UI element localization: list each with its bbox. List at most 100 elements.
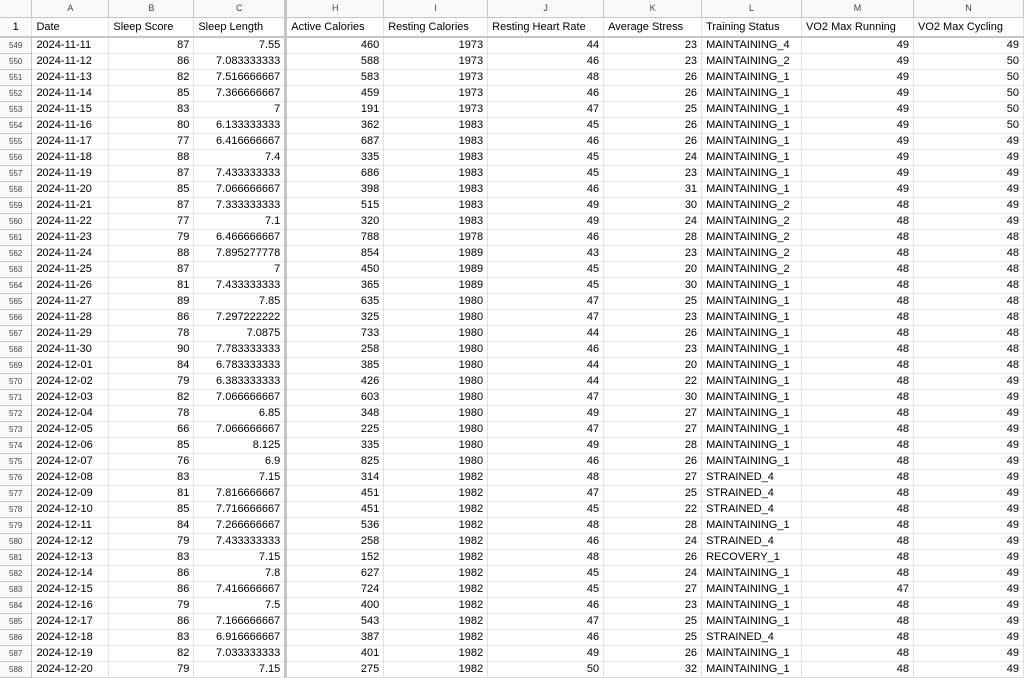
cell-vo2-max-cycling[interactable]: 49 xyxy=(913,37,1024,54)
cell-sleep-length[interactable]: 7.366666667 xyxy=(193,85,288,102)
cell-sleep-score[interactable]: 88 xyxy=(108,245,195,262)
cell-vo2-max-cycling[interactable]: 48 xyxy=(913,229,1024,246)
cell-average-stress[interactable]: 22 xyxy=(603,501,703,518)
cell-average-stress[interactable]: 24 xyxy=(603,565,703,582)
cell-average-stress[interactable]: 20 xyxy=(603,357,703,374)
cell-sleep-length[interactable]: 7.0875 xyxy=(193,325,288,342)
cell-vo2-max-running[interactable]: 48 xyxy=(801,405,914,422)
row-number[interactable]: 561 xyxy=(0,229,33,246)
cell-vo2-max-running[interactable]: 48 xyxy=(801,549,914,566)
cell-sleep-length[interactable]: 7.433333333 xyxy=(193,533,288,550)
cell-sleep-length[interactable]: 7.55 xyxy=(193,37,288,54)
row-number[interactable]: 567 xyxy=(0,325,33,342)
cell-resting-calories[interactable]: 1973 xyxy=(383,101,489,118)
cell-active-calories[interactable]: 536 xyxy=(285,517,385,534)
cell-sleep-score[interactable]: 82 xyxy=(108,69,195,86)
row-number[interactable]: 587 xyxy=(0,645,33,662)
cell-resting-calories[interactable]: 1973 xyxy=(383,37,489,54)
cell-training-status[interactable]: MAINTAINING_1 xyxy=(701,597,803,614)
cell-vo2-max-running[interactable]: 48 xyxy=(801,229,914,246)
cell-sleep-length[interactable]: 7.297222222 xyxy=(193,309,288,326)
cell-sleep-score[interactable]: 86 xyxy=(108,53,195,70)
row-number[interactable]: 568 xyxy=(0,341,33,358)
cell-resting-calories[interactable]: 1989 xyxy=(383,245,489,262)
cell-average-stress[interactable]: 26 xyxy=(603,645,703,662)
cell-active-calories[interactable]: 450 xyxy=(285,261,385,278)
column-header-l[interactable]: L xyxy=(701,0,803,18)
cell-sleep-score[interactable]: 86 xyxy=(108,309,195,326)
cell-vo2-max-cycling[interactable]: 49 xyxy=(913,597,1024,614)
cell-vo2-max-cycling[interactable]: 49 xyxy=(913,549,1024,566)
cell-vo2-max-cycling[interactable]: 48 xyxy=(913,261,1024,278)
cell-training-status[interactable]: MAINTAINING_1 xyxy=(701,165,803,182)
cell-sleep-score[interactable]: 83 xyxy=(108,469,195,486)
cell-resting-heart-rate[interactable]: 49 xyxy=(487,645,605,662)
cell-average-stress[interactable]: 23 xyxy=(603,341,703,358)
cell-date[interactable]: 2024-12-06 xyxy=(31,437,110,454)
cell-training-status[interactable]: MAINTAINING_1 xyxy=(701,277,803,294)
cell-date[interactable]: 2024-11-16 xyxy=(31,117,110,134)
header-date[interactable]: Date xyxy=(31,17,110,38)
row-number[interactable]: 578 xyxy=(0,501,33,518)
cell-training-status[interactable]: MAINTAINING_1 xyxy=(701,293,803,310)
row-number[interactable]: 569 xyxy=(0,357,33,374)
cell-training-status[interactable]: MAINTAINING_1 xyxy=(701,357,803,374)
column-header-c[interactable]: C xyxy=(193,0,288,18)
cell-vo2-max-cycling[interactable]: 49 xyxy=(913,581,1024,598)
header-training-status[interactable]: Training Status xyxy=(701,17,803,38)
cell-average-stress[interactable]: 26 xyxy=(603,325,703,342)
cell-vo2-max-running[interactable]: 48 xyxy=(801,453,914,470)
cell-resting-heart-rate[interactable]: 47 xyxy=(487,421,605,438)
cell-average-stress[interactable]: 27 xyxy=(603,405,703,422)
cell-average-stress[interactable]: 22 xyxy=(603,373,703,390)
row-number[interactable]: 557 xyxy=(0,165,33,182)
cell-average-stress[interactable]: 23 xyxy=(603,165,703,182)
cell-training-status[interactable]: MAINTAINING_1 xyxy=(701,133,803,150)
cell-vo2-max-cycling[interactable]: 49 xyxy=(913,149,1024,166)
cell-sleep-length[interactable]: 7.783333333 xyxy=(193,341,288,358)
row-number[interactable]: 573 xyxy=(0,421,33,438)
cell-resting-heart-rate[interactable]: 44 xyxy=(487,373,605,390)
cell-sleep-length[interactable]: 7.066666667 xyxy=(193,389,288,406)
cell-sleep-score[interactable]: 87 xyxy=(108,165,195,182)
cell-sleep-length[interactable]: 7.416666667 xyxy=(193,581,288,598)
cell-training-status[interactable]: MAINTAINING_1 xyxy=(701,325,803,342)
cell-training-status[interactable]: MAINTAINING_1 xyxy=(701,581,803,598)
cell-vo2-max-cycling[interactable]: 49 xyxy=(913,485,1024,502)
cell-resting-calories[interactable]: 1989 xyxy=(383,261,489,278)
row-number[interactable]: 580 xyxy=(0,533,33,550)
cell-resting-heart-rate[interactable]: 49 xyxy=(487,197,605,214)
cell-sleep-score[interactable]: 78 xyxy=(108,405,195,422)
cell-sleep-score[interactable]: 85 xyxy=(108,437,195,454)
cell-vo2-max-running[interactable]: 48 xyxy=(801,325,914,342)
row-number[interactable]: 585 xyxy=(0,613,33,630)
cell-vo2-max-running[interactable]: 48 xyxy=(801,533,914,550)
cell-sleep-length[interactable]: 6.9 xyxy=(193,453,288,470)
row-number[interactable]: 584 xyxy=(0,597,33,614)
cell-active-calories[interactable]: 788 xyxy=(285,229,385,246)
cell-resting-calories[interactable]: 1980 xyxy=(383,453,489,470)
cell-vo2-max-cycling[interactable]: 49 xyxy=(913,629,1024,646)
cell-training-status[interactable]: MAINTAINING_2 xyxy=(701,213,803,230)
cell-date[interactable]: 2024-11-19 xyxy=(31,165,110,182)
cell-active-calories[interactable]: 459 xyxy=(285,85,385,102)
cell-date[interactable]: 2024-12-04 xyxy=(31,405,110,422)
cell-average-stress[interactable]: 23 xyxy=(603,597,703,614)
cell-resting-calories[interactable]: 1980 xyxy=(383,293,489,310)
cell-date[interactable]: 2024-12-08 xyxy=(31,469,110,486)
row-number[interactable]: 549 xyxy=(0,37,33,54)
cell-vo2-max-running[interactable]: 49 xyxy=(801,181,914,198)
row-number[interactable]: 582 xyxy=(0,565,33,582)
cell-resting-heart-rate[interactable]: 46 xyxy=(487,533,605,550)
cell-training-status[interactable]: MAINTAINING_1 xyxy=(701,149,803,166)
cell-average-stress[interactable]: 25 xyxy=(603,485,703,502)
cell-resting-calories[interactable]: 1983 xyxy=(383,165,489,182)
cell-active-calories[interactable]: 635 xyxy=(285,293,385,310)
cell-date[interactable]: 2024-11-24 xyxy=(31,245,110,262)
cell-vo2-max-cycling[interactable]: 49 xyxy=(913,405,1024,422)
cell-sleep-length[interactable]: 7.15 xyxy=(193,469,288,486)
cell-vo2-max-running[interactable]: 48 xyxy=(801,277,914,294)
cell-vo2-max-running[interactable]: 48 xyxy=(801,517,914,534)
cell-active-calories[interactable]: 603 xyxy=(285,389,385,406)
cell-sleep-length[interactable]: 6.466666667 xyxy=(193,229,288,246)
